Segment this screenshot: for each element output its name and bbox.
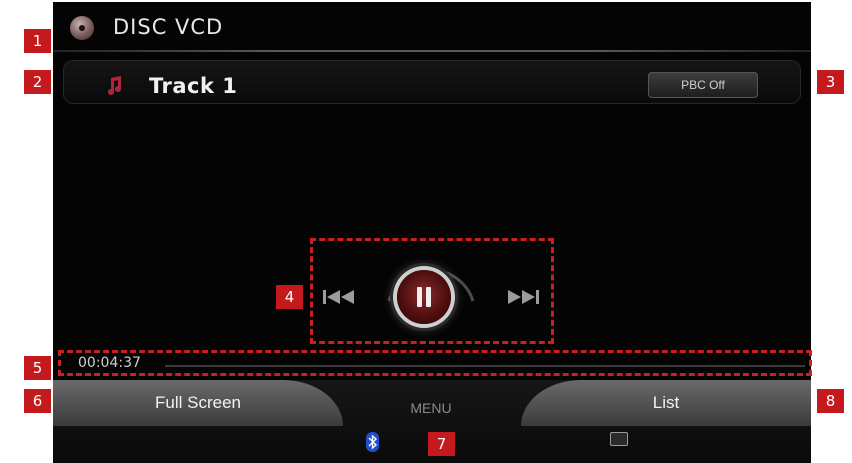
callout-5: 5 bbox=[24, 356, 51, 380]
header-divider bbox=[53, 50, 811, 52]
track-label: Track 1 bbox=[149, 74, 238, 98]
bluetooth-icon bbox=[366, 432, 379, 452]
full-screen-button[interactable]: Full Screen bbox=[53, 380, 343, 426]
playback-controls-highlight bbox=[310, 238, 554, 344]
display-icon bbox=[610, 432, 628, 446]
callout-8: 8 bbox=[817, 389, 844, 413]
callout-6: 6 bbox=[24, 389, 51, 413]
source-title: DISC VCD bbox=[113, 15, 224, 39]
callout-2: 2 bbox=[24, 70, 51, 94]
disc-icon bbox=[70, 16, 94, 40]
list-button[interactable]: List bbox=[521, 380, 811, 426]
progress-highlight bbox=[58, 350, 812, 376]
pbc-toggle-button[interactable]: PBC Off bbox=[648, 72, 758, 98]
callout-1: 1 bbox=[24, 29, 51, 53]
head-unit-screen: DISC VCD Track 1 PBC Off 00:04:37 Full S… bbox=[53, 2, 811, 463]
callout-7: 7 bbox=[428, 432, 455, 456]
callout-3: 3 bbox=[817, 70, 844, 94]
menu-button[interactable]: MENU bbox=[391, 400, 471, 416]
music-note-icon bbox=[108, 76, 121, 95]
callout-4: 4 bbox=[276, 285, 303, 309]
